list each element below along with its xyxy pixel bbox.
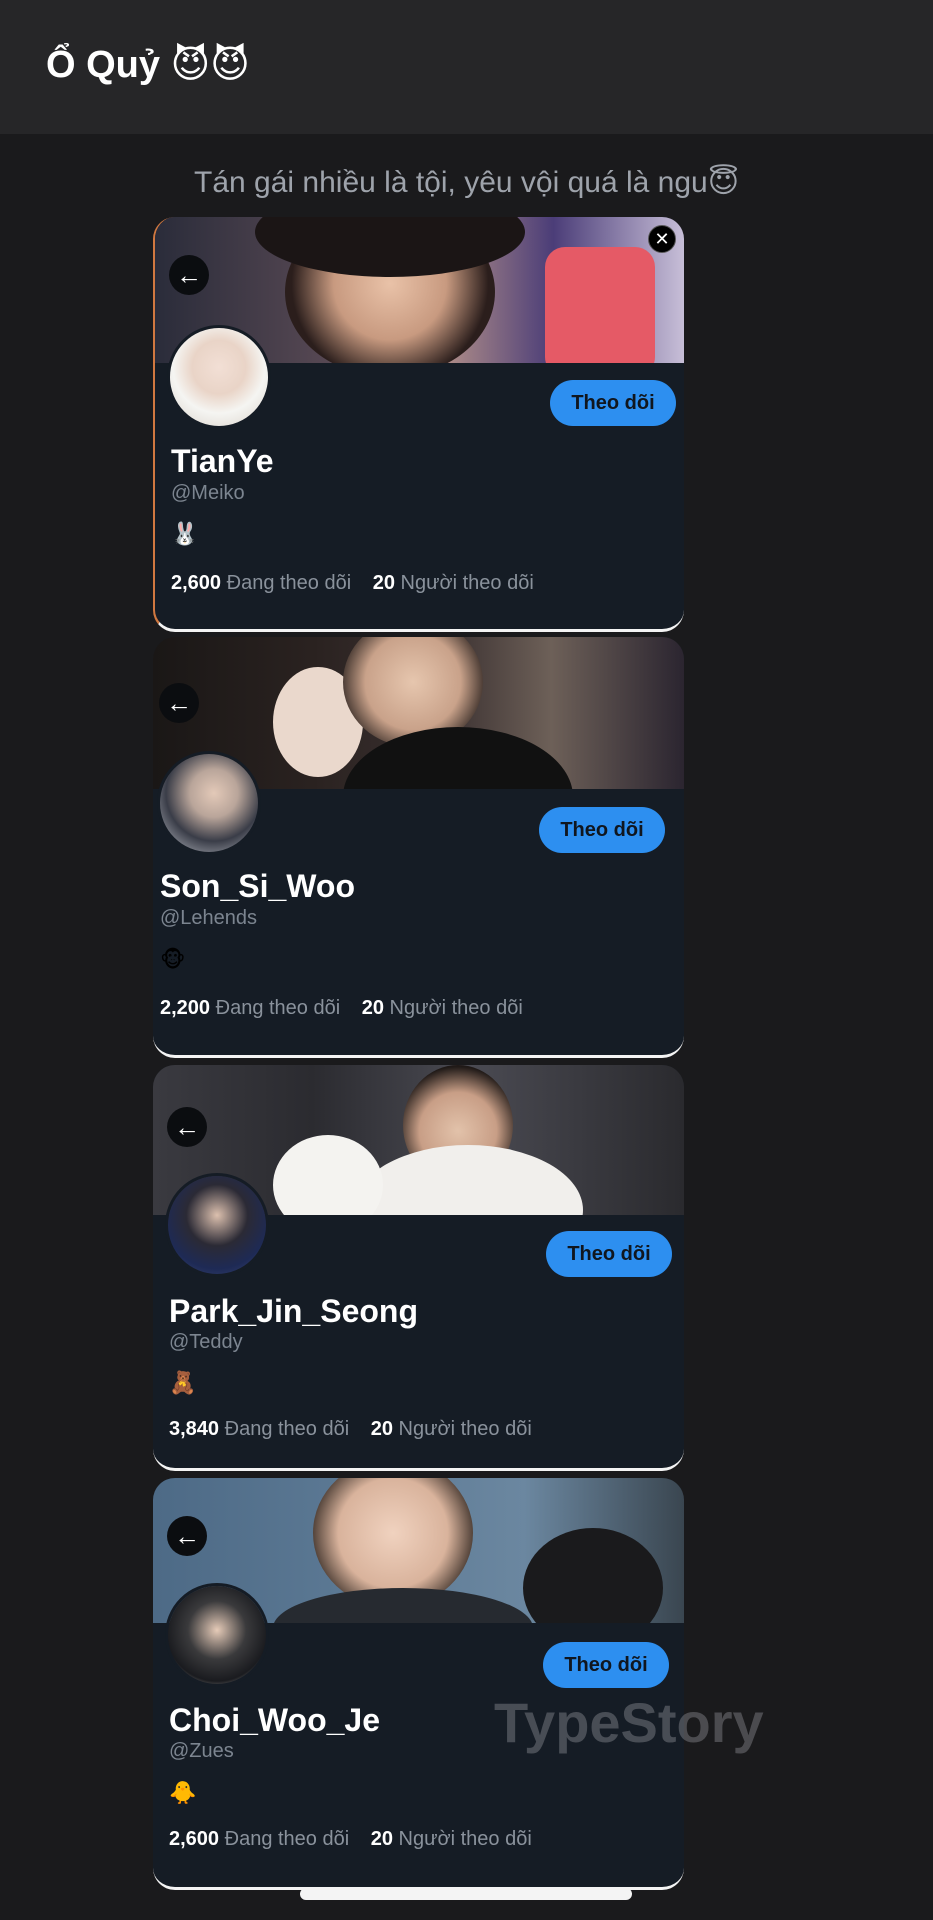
profile-handle: @Lehends [160,907,258,929]
following-label[interactable]: Đang theo dõi [225,1828,350,1850]
profile-bio: 🐵 [160,947,186,972]
avatar [167,325,271,429]
profile-card-2: ← Theo dõi Son_Si_Woo @Lehends 🐵 2,200 Đ… [153,637,684,1058]
following-count: 2,600 [169,1828,220,1850]
followers-count: 20 [361,997,384,1019]
following-count: 2,600 [171,572,222,594]
followers-count: 20 [370,1418,393,1440]
page-subtitle: Tán gái nhiều là tội, yêu vội quá là ngu… [194,166,739,199]
followers-label[interactable]: Người theo dõi [390,997,523,1019]
profile-card-1: ✕ ← Theo dõi TianYe @Meiko 🐰 2,600 Đang … [153,217,684,632]
avatar [165,1583,269,1687]
avatar [157,751,261,855]
followers-label[interactable]: Người theo dõi [401,572,534,594]
top-bar: Ổ Quỷ 😈😈 [0,0,933,134]
profile-stats: 2,200 Đang theo dõi 20 Người theo dõi [160,997,523,1020]
back-arrow-icon[interactable]: ← [169,255,209,295]
watermark: TypeStory [494,1691,764,1754]
following-label[interactable]: Đang theo dõi [225,1418,350,1440]
avatar [165,1173,269,1277]
following-label[interactable]: Đang theo dõi [227,572,352,594]
followers-label[interactable]: Người theo dõi [399,1828,532,1850]
followers-count: 20 [372,572,395,594]
profile-bio: 🧸 [169,1370,197,1395]
following-count: 3,840 [169,1418,220,1440]
following-label[interactable]: Đang theo dõi [216,997,341,1019]
profile-handle: @Zues [169,1740,234,1762]
profile-bio: 🐥 [169,1780,197,1805]
follow-button[interactable]: Theo dõi [550,380,676,426]
follow-button[interactable]: Theo dõi [539,807,665,853]
close-icon[interactable]: ✕ [648,225,676,253]
followers-label[interactable]: Người theo dõi [399,1418,532,1440]
followers-count: 20 [370,1828,393,1850]
profile-name: Son_Si_Woo [160,868,355,904]
page-title: Ổ Quỷ 😈😈 [46,44,250,86]
profile-handle: @Teddy [169,1331,243,1353]
following-count: 2,200 [160,997,211,1019]
profile-stats: 2,600 Đang theo dõi 20 Người theo dõi [171,572,534,595]
profile-card-4: ← Theo dõi Choi_Woo_Je @Zues 🐥 2,600 Đan… [153,1478,684,1890]
profile-name: Park_Jin_Seong [169,1293,418,1329]
follow-button[interactable]: Theo dõi [546,1231,672,1277]
back-arrow-icon[interactable]: ← [167,1107,207,1147]
back-arrow-icon[interactable]: ← [167,1516,207,1556]
follow-button[interactable]: Theo dõi [543,1642,669,1688]
profile-name: TianYe [171,443,274,479]
profile-name: Choi_Woo_Je [169,1702,380,1738]
profile-card-3: ← Theo dõi Park_Jin_Seong @Teddy 🧸 3,840… [153,1065,684,1471]
profile-handle: @Meiko [171,482,245,504]
home-indicator[interactable] [300,1888,632,1900]
profile-stats: 2,600 Đang theo dõi 20 Người theo dõi [169,1828,532,1851]
profile-stats: 3,840 Đang theo dõi 20 Người theo dõi [169,1418,532,1441]
profile-bio: 🐰 [171,521,199,546]
back-arrow-icon[interactable]: ← [159,683,199,723]
